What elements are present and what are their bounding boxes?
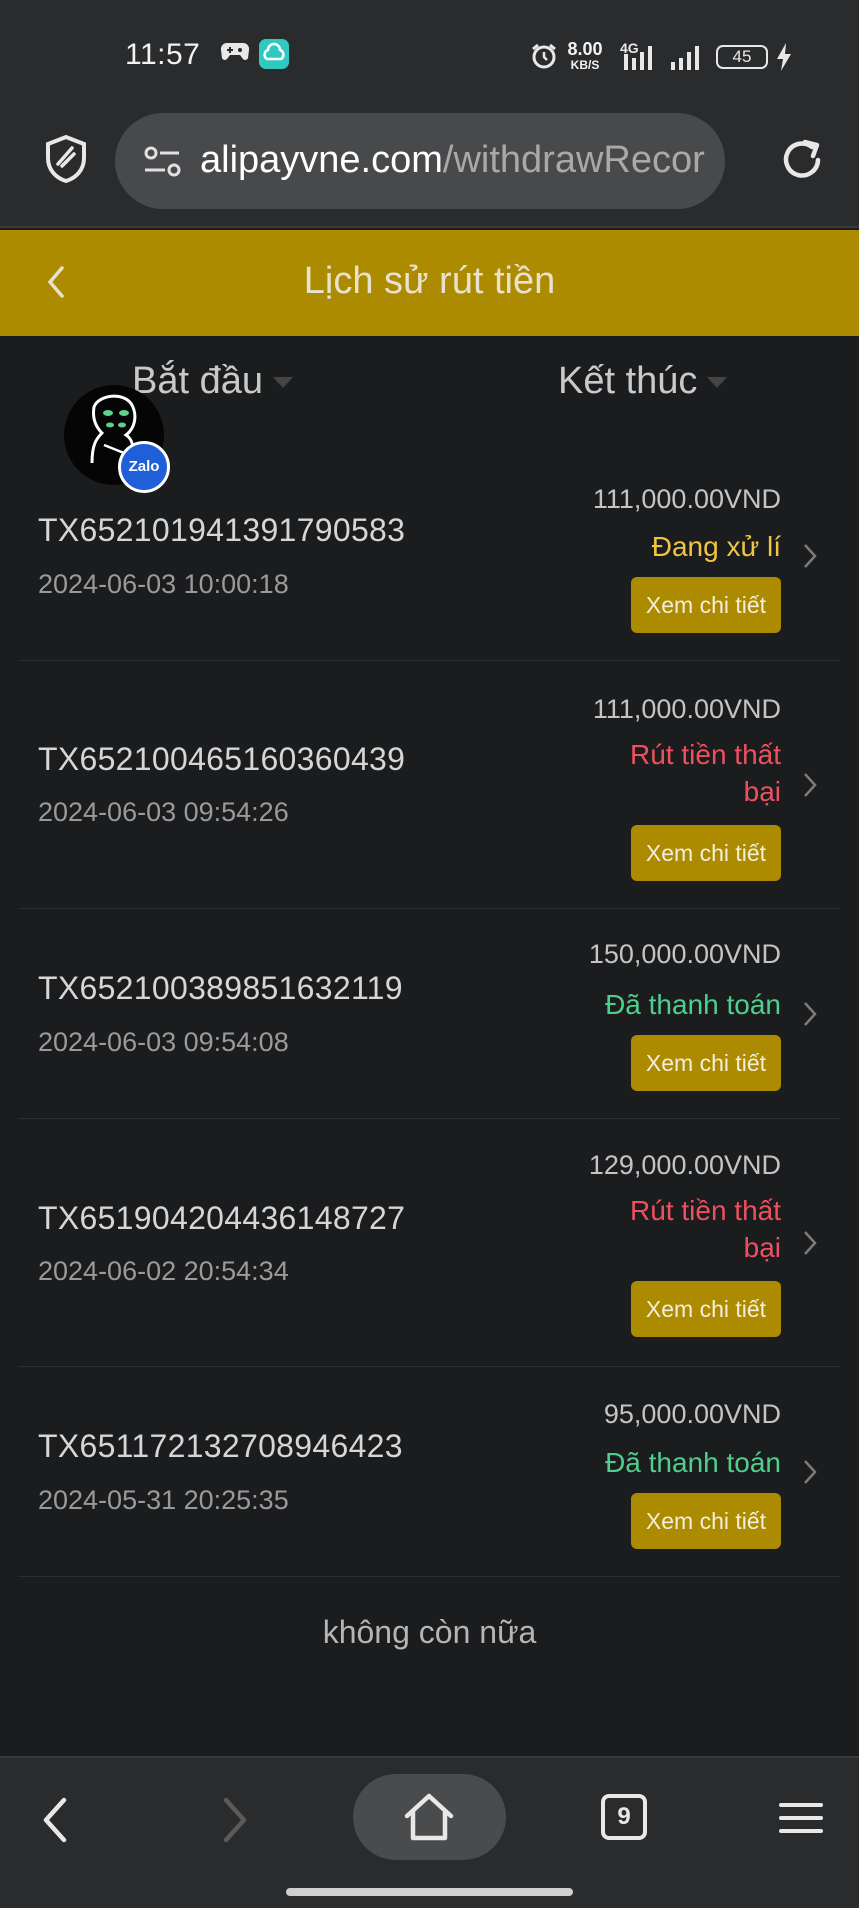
charging-icon — [777, 43, 791, 71]
status-bar: 11:57 8.00 KB/S 4G 45 — [0, 0, 859, 112]
end-date-label: Kết thúc — [558, 360, 698, 402]
list-item[interactable]: 129,000.00VND Rút tiền thất bại TX651904… — [18, 1119, 840, 1367]
record-status-line: bại — [743, 776, 781, 807]
record-date: 2024-06-03 10:00:18 — [38, 569, 289, 599]
status-time: 11:57 — [125, 38, 201, 71]
record-status-line: Rút tiền thất — [630, 739, 781, 770]
signal-icon-2 — [671, 46, 699, 70]
record-date: 2024-05-31 20:25:35 — [38, 1485, 289, 1515]
shield-icon[interactable] — [44, 134, 88, 184]
record-amount: 111,000.00VND — [592, 694, 781, 724]
record-id: TX652100465160360439 — [38, 741, 406, 777]
chevron-right-icon — [804, 1231, 817, 1255]
site-settings-icon[interactable] — [143, 145, 183, 179]
view-details-button[interactable]: Xem chi tiết — [631, 1493, 781, 1549]
signal-icon — [624, 46, 652, 70]
record-amount: 95,000.00VND — [603, 1399, 781, 1429]
browser-toolbar: alipayvne.com/withdrawRecor — [0, 112, 859, 228]
record-status: Đang xử lí — [651, 531, 781, 562]
view-details-button[interactable]: Xem chi tiết — [631, 577, 781, 633]
view-details-button[interactable]: Xem chi tiết — [631, 1035, 781, 1091]
url-text[interactable]: alipayvne.com/withdrawRecor — [200, 139, 705, 182]
list-item[interactable]: 95,000.00VND Đã thanh toán TX65117213270… — [18, 1367, 840, 1577]
record-id: TX652100389851632119 — [38, 970, 403, 1006]
record-status: Rút tiền thất bại — [630, 736, 781, 810]
caret-down-icon — [273, 377, 293, 389]
back-icon[interactable] — [40, 1796, 72, 1844]
page-header: Lịch sử rút tiền — [0, 230, 859, 336]
list-item[interactable]: 150,000.00VND Đã thanh toán TX6521003898… — [18, 909, 840, 1119]
bottom-navigation: 9 — [0, 1756, 859, 1908]
reload-icon[interactable] — [778, 136, 826, 184]
record-id: TX651904204436148727 — [38, 1200, 406, 1236]
record-status-line: Rút tiền thất — [630, 1195, 781, 1226]
view-details-button[interactable]: Xem chi tiết — [631, 825, 781, 881]
page-title: Lịch sử rút tiền — [303, 260, 556, 302]
home-button[interactable] — [353, 1774, 506, 1860]
chevron-right-icon — [804, 544, 817, 568]
record-status-line: bại — [743, 1232, 781, 1263]
view-details-button[interactable]: Xem chi tiết — [631, 1281, 781, 1337]
record-amount: 150,000.00VND — [588, 939, 781, 969]
record-status: Đã thanh toán — [605, 989, 781, 1020]
network-speed: 8.00 KB/S — [567, 39, 603, 72]
forward-icon[interactable] — [218, 1796, 250, 1844]
chevron-right-icon — [804, 773, 817, 797]
record-id: TX651172132708946423 — [38, 1428, 403, 1464]
record-date: 2024-06-02 20:54:34 — [38, 1256, 289, 1286]
menu-icon[interactable] — [778, 1800, 824, 1836]
url-bar[interactable]: alipayvne.com/withdrawRecor — [115, 113, 725, 209]
cloud-app-icon — [259, 39, 289, 69]
tabs-icon[interactable]: 9 — [601, 1794, 647, 1840]
record-date: 2024-06-03 09:54:08 — [38, 1027, 289, 1057]
record-status: Đã thanh toán — [605, 1447, 781, 1478]
battery-indicator: 45 — [716, 45, 768, 69]
list-item[interactable]: 111,000.00VND Đang xử lí TX6521019413917… — [18, 463, 840, 661]
chevron-right-icon — [804, 1460, 817, 1484]
list-item[interactable]: 111,000.00VND Rút tiền thất bại TX652100… — [18, 661, 840, 909]
game-controller-icon — [220, 42, 250, 60]
record-amount: 129,000.00VND — [588, 1150, 781, 1180]
record-amount: 111,000.00VND — [592, 484, 781, 514]
alarm-icon — [532, 43, 556, 69]
home-icon — [404, 1793, 454, 1841]
record-date: 2024-06-03 09:54:26 — [38, 797, 289, 827]
end-of-list-text: không còn nữa — [322, 1614, 537, 1650]
url-path: /withdrawRecor — [442, 139, 705, 181]
record-id: TX652101941391790583 — [38, 512, 406, 548]
url-host: alipayvne.com — [200, 139, 443, 181]
chevron-right-icon — [804, 1002, 817, 1026]
end-date-filter[interactable]: Kết thúc — [558, 360, 728, 403]
caret-down-icon — [707, 377, 728, 389]
gesture-bar[interactable] — [286, 1888, 573, 1896]
record-status: Rút tiền thất bại — [630, 1192, 781, 1266]
